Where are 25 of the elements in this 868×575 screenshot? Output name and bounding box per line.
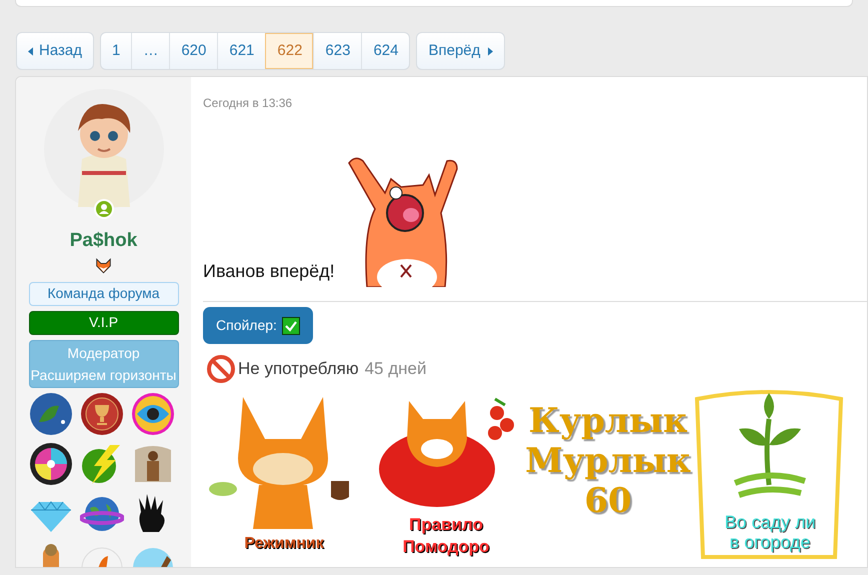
user-title-banner: Модератор Расширяем горизонты (28, 340, 178, 388)
post-message: Иванов вперёд! (203, 260, 335, 283)
page-link[interactable]: 622 (265, 33, 314, 69)
abstinence-days: 45 дней (364, 356, 426, 382)
page-link[interactable]: 1 (100, 33, 132, 69)
page-link[interactable]: 623 (313, 33, 362, 69)
sticker-caption: 60 (584, 481, 632, 521)
page-link[interactable]: 624 (361, 33, 410, 69)
page-link[interactable]: 620 (169, 33, 218, 69)
username[interactable]: Pa$hok (70, 227, 138, 256)
next-page-button[interactable]: Вперёд (416, 32, 506, 70)
page-link[interactable]: … (131, 33, 170, 69)
sticker-caption: в огороде (730, 532, 810, 552)
abstinence-label: Не употребляю (238, 358, 359, 380)
sticker-caption: Курлык (528, 401, 688, 441)
sticker-caption: Режимник (244, 534, 324, 554)
previous-page-button[interactable]: Назад (16, 32, 94, 70)
user-title-banner: Команда форума (28, 282, 178, 306)
sticker-caption: Мурлык (525, 441, 691, 481)
sticker-caption: Правило (409, 514, 483, 536)
user-title-banner: V.I.P (28, 310, 178, 334)
post-date: Сегодня в 13:36 (203, 95, 294, 112)
sticker-caption: Во саду ли (724, 512, 816, 532)
spoiler-button[interactable]: Спойлер: (203, 307, 313, 344)
sticker-caption: Помодоро (402, 536, 490, 558)
